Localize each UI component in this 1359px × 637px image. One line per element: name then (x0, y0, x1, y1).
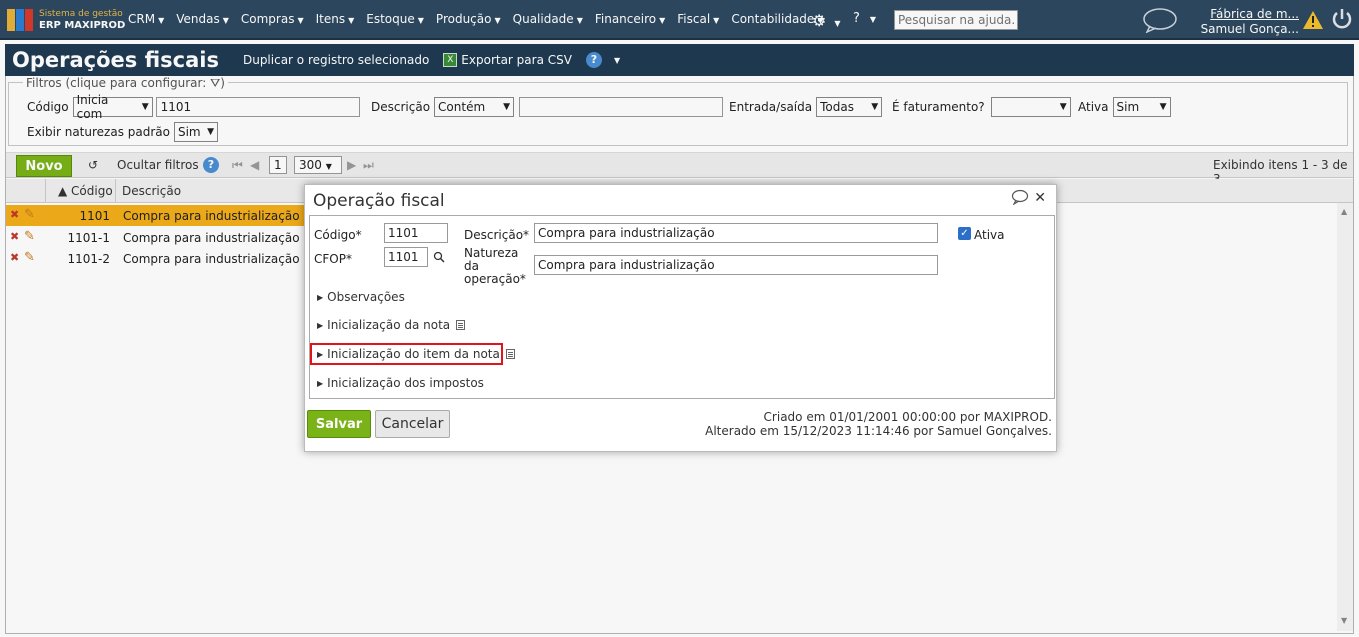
descricao-field[interactable]: Compra para industrialização (534, 223, 938, 243)
descricao-label: Descrição* (464, 228, 530, 242)
triangle-right-icon: ▶ (317, 320, 324, 330)
section-inicializacao-impostos[interactable]: ▶ Inicialização dos impostos (317, 376, 484, 390)
ativa-label: Ativa (974, 228, 1005, 242)
close-icon[interactable]: ✕ (1034, 190, 1046, 206)
ativa-checkbox[interactable]: ✓ (958, 227, 971, 240)
section-inicializacao-nota[interactable]: ▶ Inicialização da nota (317, 318, 466, 332)
natureza-label: Natureza da operação* (464, 246, 526, 286)
codigo-field[interactable]: 1101 (384, 223, 448, 243)
highlight-box (310, 343, 503, 365)
operacao-fiscal-dialog: Operação fiscal ✕ Código* 1101 Descrição… (304, 184, 1057, 452)
document-icon[interactable] (505, 349, 515, 359)
cancelar-button[interactable]: Cancelar (375, 410, 450, 438)
cfop-label: CFOP* (314, 252, 352, 266)
salvar-button[interactable]: Salvar (307, 410, 371, 438)
cfop-field[interactable]: 1101 (384, 247, 428, 267)
codigo-label: Código* (314, 228, 362, 242)
triangle-right-icon: ▶ (317, 292, 324, 302)
document-icon[interactable] (456, 320, 466, 330)
audit-info: Criado em 01/01/2001 00:00:00 por MAXIPR… (705, 410, 1052, 438)
dialog-title: Operação fiscal (313, 191, 445, 211)
triangle-right-icon: ▶ (317, 378, 324, 388)
dialog-body: Código* 1101 Descrição* Compra para indu… (309, 215, 1055, 399)
modified-info: Alterado em 15/12/2023 11:14:46 por Samu… (705, 424, 1052, 438)
natureza-field[interactable]: Compra para industrialização (534, 255, 938, 275)
search-icon[interactable] (433, 251, 445, 263)
created-info: Criado em 01/01/2001 00:00:00 por MAXIPR… (763, 410, 1052, 424)
section-observacoes[interactable]: ▶ Observações (317, 290, 405, 304)
comment-icon[interactable] (1011, 189, 1029, 205)
